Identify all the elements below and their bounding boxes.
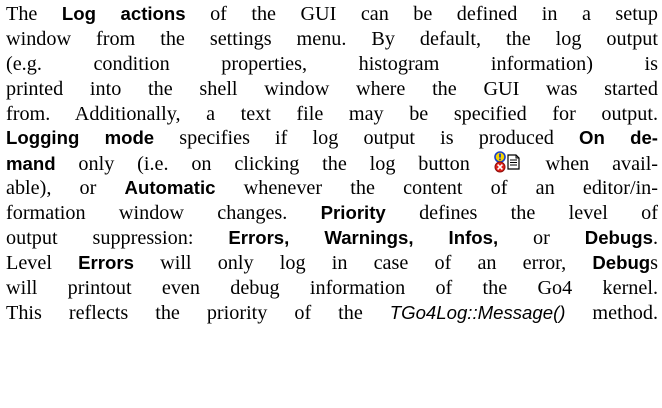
documentation-paragraph: The Log actions of the GUI can be define… <box>6 2 658 326</box>
text-span: This reflects the priority of the <box>6 301 363 324</box>
text-span: output suppression: <box>6 227 194 250</box>
text-line-6: Logging mode specifies if log output is … <box>6 126 658 151</box>
text-line-4: printed into the shell window where the … <box>6 77 658 100</box>
term-debug: Debug <box>592 251 651 273</box>
text-span: formation window changes. <box>6 202 288 225</box>
term-automatic: Automatic <box>124 177 216 199</box>
text-period: . <box>652 227 659 250</box>
term-errors: Errors <box>78 251 134 273</box>
term-log-actions: Log actions <box>61 3 186 24</box>
text-span: defines the level of <box>419 202 659 225</box>
text-span: able), or <box>6 177 97 200</box>
text-span: of the GUI can be defined in a setup <box>210 3 658 25</box>
text-span: Level <box>6 251 52 274</box>
text-span: when avail- <box>545 153 659 176</box>
term-priority: Priority <box>320 202 386 224</box>
log-button-icon <box>493 151 523 173</box>
text-span: method. <box>592 301 659 324</box>
term-debugs-label: Debugs <box>584 227 653 249</box>
text-span: whenever the content of an editor/in- <box>243 177 658 200</box>
text-span: only (i.e. on clicking the log button <box>78 153 470 176</box>
text-line-2: window from the settings menu. By defaul… <box>6 27 658 50</box>
text-span: specifies if log output is produced <box>179 127 554 150</box>
term-priority-levels: Errors, Warnings, Infos, <box>228 227 499 249</box>
term-on-demand-part2: mand <box>6 153 56 175</box>
term-debugs-word: Debugs <box>592 252 658 274</box>
text-line-1: The Log actions of the GUI can be define… <box>6 2 658 27</box>
method-name: TGo4Log::Message() <box>389 301 566 323</box>
text-line-10: output suppression: Errors, Warnings, In… <box>6 226 658 251</box>
text-span: The <box>6 3 38 25</box>
text-line-7: mand only (i.e. on clicking the log butt… <box>6 151 658 176</box>
text-line-9: formation window changes. Priority defin… <box>6 201 658 226</box>
text-line-3: (e.g. condition properties, histogram in… <box>6 52 658 75</box>
text-line-11: Level Errors will only log in case of an… <box>6 251 658 276</box>
text-span: will only log in case of an error, <box>160 251 567 274</box>
term-debugs: Debugs. <box>585 227 658 249</box>
text-span: or <box>533 227 550 250</box>
text-line-12: will printout even debug information of … <box>6 276 658 299</box>
text-line-13: This reflects the priority of the TGo4Lo… <box>6 301 658 326</box>
term-logging-mode: Logging mode <box>6 127 155 149</box>
text-line-8: able), or Automatic whenever the content… <box>6 176 658 201</box>
term-on-demand-part1: On de- <box>579 127 658 149</box>
text-line-5: from. Additionally, a text file may be s… <box>6 102 658 125</box>
text-suffix: s <box>650 251 659 274</box>
